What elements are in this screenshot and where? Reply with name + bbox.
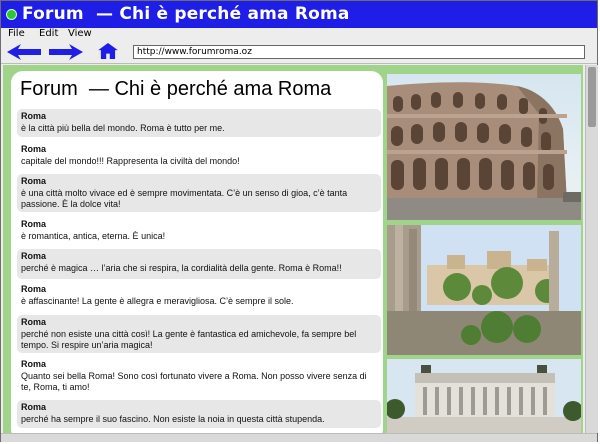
post-author[interactable]: Roma bbox=[21, 144, 377, 156]
post-text: capitale del mondo!!! Rappresenta la civ… bbox=[21, 155, 240, 166]
post-author[interactable]: Roma bbox=[21, 359, 377, 371]
post-author[interactable]: Roma bbox=[21, 251, 377, 263]
home-icon[interactable] bbox=[97, 43, 119, 59]
browser-window: Forum — Chi è perché ama Roma File Edit … bbox=[0, 0, 598, 442]
post-author[interactable]: Roma bbox=[21, 176, 377, 188]
horizontal-scrollbar[interactable] bbox=[1, 433, 597, 442]
post-author[interactable]: Roma bbox=[21, 402, 377, 414]
page-content: Forum — Chi è perché ama Roma Roma è la … bbox=[3, 65, 583, 433]
menu-bar: File Edit View bbox=[1, 28, 597, 41]
forward-arrow-icon[interactable] bbox=[49, 44, 83, 60]
forum-post: Roma è affascinante! La gente è allegra … bbox=[17, 282, 381, 310]
post-text: perché è magica … l’aria che si respira,… bbox=[21, 262, 342, 273]
post-author[interactable]: Roma bbox=[21, 317, 377, 329]
forum-post: Roma è la città più bella del mondo. Rom… bbox=[17, 109, 381, 137]
forum-post: Roma capitale del mondo!!! Rappresenta l… bbox=[17, 142, 381, 170]
forum-post: Roma è una città molto vivace ed è sempr… bbox=[17, 174, 381, 212]
forum-post: Roma perché non esiste una città così! L… bbox=[17, 315, 381, 353]
forum-post: Roma perché ha sempre il suo fascino. No… bbox=[17, 400, 381, 428]
post-text: è una città molto vivace ed è sempre mov… bbox=[21, 187, 348, 210]
window-control-icon[interactable] bbox=[6, 9, 17, 20]
post-text: Quanto sei bella Roma! Sono così fortuna… bbox=[21, 370, 367, 393]
back-arrow-icon[interactable] bbox=[7, 44, 41, 60]
post-text: è la città più bella del mondo. Roma è t… bbox=[21, 122, 225, 133]
vertical-scrollbar[interactable] bbox=[585, 65, 598, 433]
forum-post: Roma perché è magica … l’aria che si res… bbox=[17, 249, 381, 279]
post-text: è romantica, antica, eterna. È unica! bbox=[21, 230, 166, 241]
menu-edit[interactable]: Edit bbox=[39, 28, 58, 39]
post-author[interactable]: Roma bbox=[21, 284, 377, 296]
forum-panel: Forum — Chi è perché ama Roma Roma è la … bbox=[11, 71, 383, 433]
page-title: Forum — Chi è perché ama Roma bbox=[20, 78, 332, 100]
vittoriano-photo bbox=[387, 359, 581, 433]
scrollbar-thumb[interactable] bbox=[588, 67, 596, 127]
colosseum-photo bbox=[387, 74, 581, 220]
window-title: Forum — Chi è perché ama Roma bbox=[22, 4, 350, 24]
roman-forum-photo bbox=[387, 225, 581, 355]
post-text: perché ha sempre il suo fascino. Non esi… bbox=[21, 413, 325, 424]
menu-file[interactable]: File bbox=[8, 28, 25, 39]
post-author[interactable]: Roma bbox=[21, 219, 377, 231]
address-bar[interactable]: http://www.forumroma.oz bbox=[133, 45, 585, 59]
post-text: perché non esiste una città così! La gen… bbox=[21, 328, 357, 351]
title-bar: Forum — Chi è perché ama Roma bbox=[1, 1, 597, 28]
post-text: è affascinante! La gente è allegra e mer… bbox=[21, 295, 294, 306]
menu-view[interactable]: View bbox=[68, 28, 92, 39]
post-author[interactable]: Roma bbox=[21, 111, 377, 123]
forum-post: Roma è romantica, antica, eterna. È unic… bbox=[17, 217, 381, 245]
forum-post: Roma Quanto sei bella Roma! Sono così fo… bbox=[17, 357, 381, 395]
